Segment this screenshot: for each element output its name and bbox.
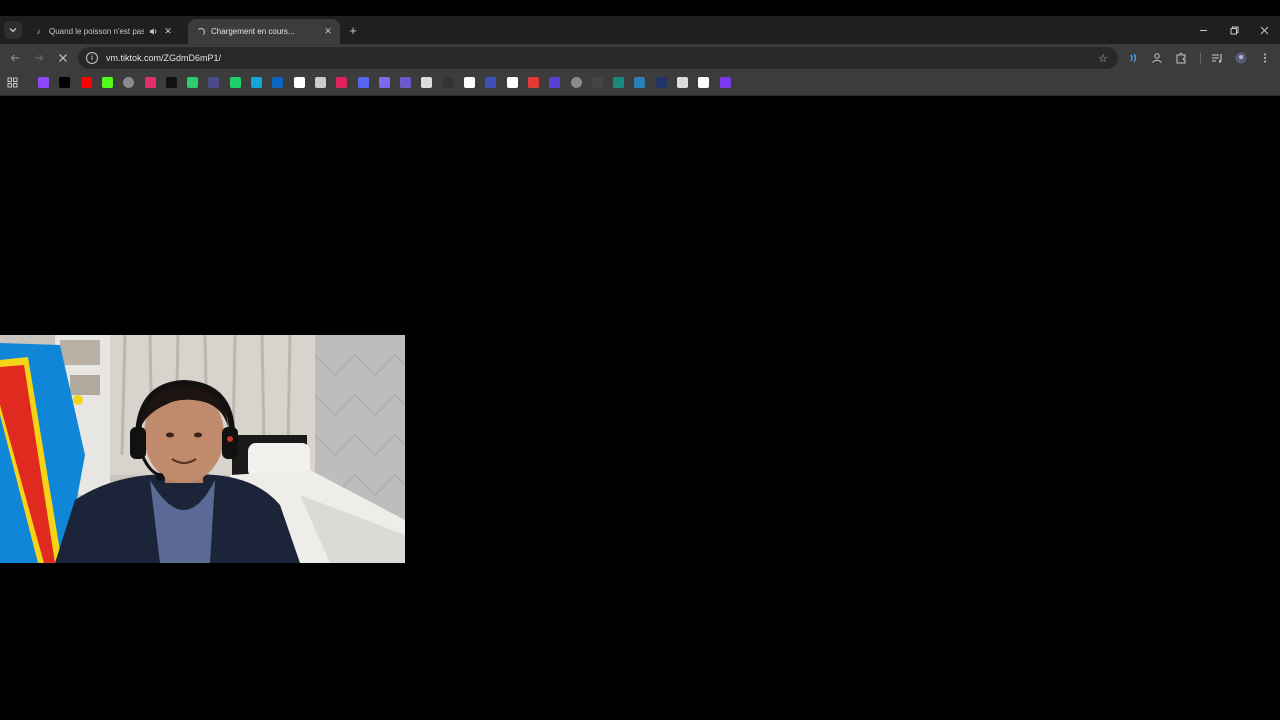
apps-grid-icon[interactable]: [7, 77, 18, 88]
forward-arrow-icon[interactable]: [30, 49, 48, 67]
profile-avatar-icon[interactable]: [1233, 50, 1249, 66]
bookmark-app-icon[interactable]: [507, 77, 518, 88]
tab-title: Chargement en cours...: [211, 27, 295, 36]
bookmark-tiktok-icon[interactable]: [166, 77, 177, 88]
webcam-overlay: [0, 335, 405, 563]
bookmark-x-icon[interactable]: [59, 77, 70, 88]
minimize-icon[interactable]: [1194, 21, 1212, 39]
profile-extension-icon[interactable]: [1149, 50, 1165, 66]
loading-spinner-icon: [196, 27, 205, 36]
bookmark-app-icon[interactable]: [187, 77, 198, 88]
close-tab-icon[interactable]: ✕: [162, 26, 174, 38]
bookmark-star-icon[interactable]: ☆: [1098, 52, 1108, 65]
bookmark-app-icon[interactable]: [230, 77, 241, 88]
bookmark-app-icon[interactable]: [528, 77, 539, 88]
read-aloud-icon[interactable]: [1125, 50, 1141, 66]
bookmark-twitch-icon[interactable]: [38, 77, 49, 88]
bookmark-app-icon[interactable]: [358, 77, 369, 88]
bookmark-app-icon[interactable]: [698, 77, 709, 88]
chevron-down-icon: [9, 28, 17, 33]
speaker-icon[interactable]: [147, 26, 159, 38]
bookmark-linkedin-icon[interactable]: [272, 77, 283, 88]
menu-kebab-icon[interactable]: [1257, 50, 1273, 66]
address-bar[interactable]: i vm.tiktok.com/ZGdmD6mP1/ ☆: [78, 47, 1118, 69]
bookmark-app-icon[interactable]: [720, 77, 731, 88]
new-tab-button[interactable]: +: [345, 22, 361, 38]
bookmark-bookmark-icon[interactable]: [208, 77, 219, 88]
extensions-puzzle-icon[interactable]: [1173, 50, 1189, 66]
site-info-icon[interactable]: i: [86, 52, 98, 64]
screen-top-strip: [0, 0, 1280, 16]
media-control-icon[interactable]: [1209, 50, 1225, 66]
bookmark-app-icon[interactable]: [549, 77, 560, 88]
tab-search-button[interactable]: [4, 21, 22, 39]
url-text[interactable]: vm.tiktok.com/ZGdmD6mP1/: [106, 53, 1098, 63]
bookmark-app-icon[interactable]: [421, 77, 432, 88]
tab-strip: ♪ Quand le poisson n'est pas ✕ Chargemen…: [0, 16, 1280, 44]
restore-icon[interactable]: [1225, 21, 1243, 39]
bookmark-app-icon[interactable]: [634, 77, 645, 88]
toolbar-divider: [1200, 53, 1201, 64]
tab-tiktok-video[interactable]: ♪ Quand le poisson n'est pas ✕: [26, 19, 180, 44]
bookmarks-bar: [0, 71, 1280, 96]
browser-toolbar: i vm.tiktok.com/ZGdmD6mP1/ ☆: [0, 44, 1280, 71]
tiktok-icon: ♪: [36, 27, 41, 36]
tab-loading[interactable]: Chargement en cours... ✕: [188, 19, 340, 44]
bookmark-globe-icon[interactable]: [123, 77, 134, 88]
close-window-icon[interactable]: [1255, 21, 1273, 39]
bookmark-instagram-icon[interactable]: [145, 77, 156, 88]
bookmark-globe-icon[interactable]: [571, 77, 582, 88]
bookmark-app-icon[interactable]: [464, 77, 475, 88]
bookmark-app-icon[interactable]: [251, 77, 262, 88]
close-tab-icon[interactable]: ✕: [322, 26, 334, 38]
bookmark-info-icon[interactable]: [294, 77, 305, 88]
bookmark-openai-icon[interactable]: [315, 77, 326, 88]
bookmark-app-icon[interactable]: [592, 77, 603, 88]
bookmark-youtube-icon[interactable]: [81, 77, 92, 88]
bookmark-kick-icon[interactable]: [102, 77, 113, 88]
bookmark-app-icon[interactable]: [677, 77, 688, 88]
bookmark-app-icon[interactable]: [485, 77, 496, 88]
back-arrow-icon[interactable]: [6, 49, 24, 67]
bookmark-app-icon[interactable]: [400, 77, 411, 88]
webcam-feed-image: [0, 335, 405, 563]
bookmark-app-icon[interactable]: [656, 77, 667, 88]
bookmark-app-icon[interactable]: [336, 77, 347, 88]
bookmark-app-icon[interactable]: [379, 77, 390, 88]
stop-loading-icon[interactable]: [54, 49, 72, 67]
bookmark-app-icon[interactable]: [443, 77, 454, 88]
bookmark-app-icon[interactable]: [613, 77, 624, 88]
tab-title: Quand le poisson n'est pas: [49, 27, 144, 36]
